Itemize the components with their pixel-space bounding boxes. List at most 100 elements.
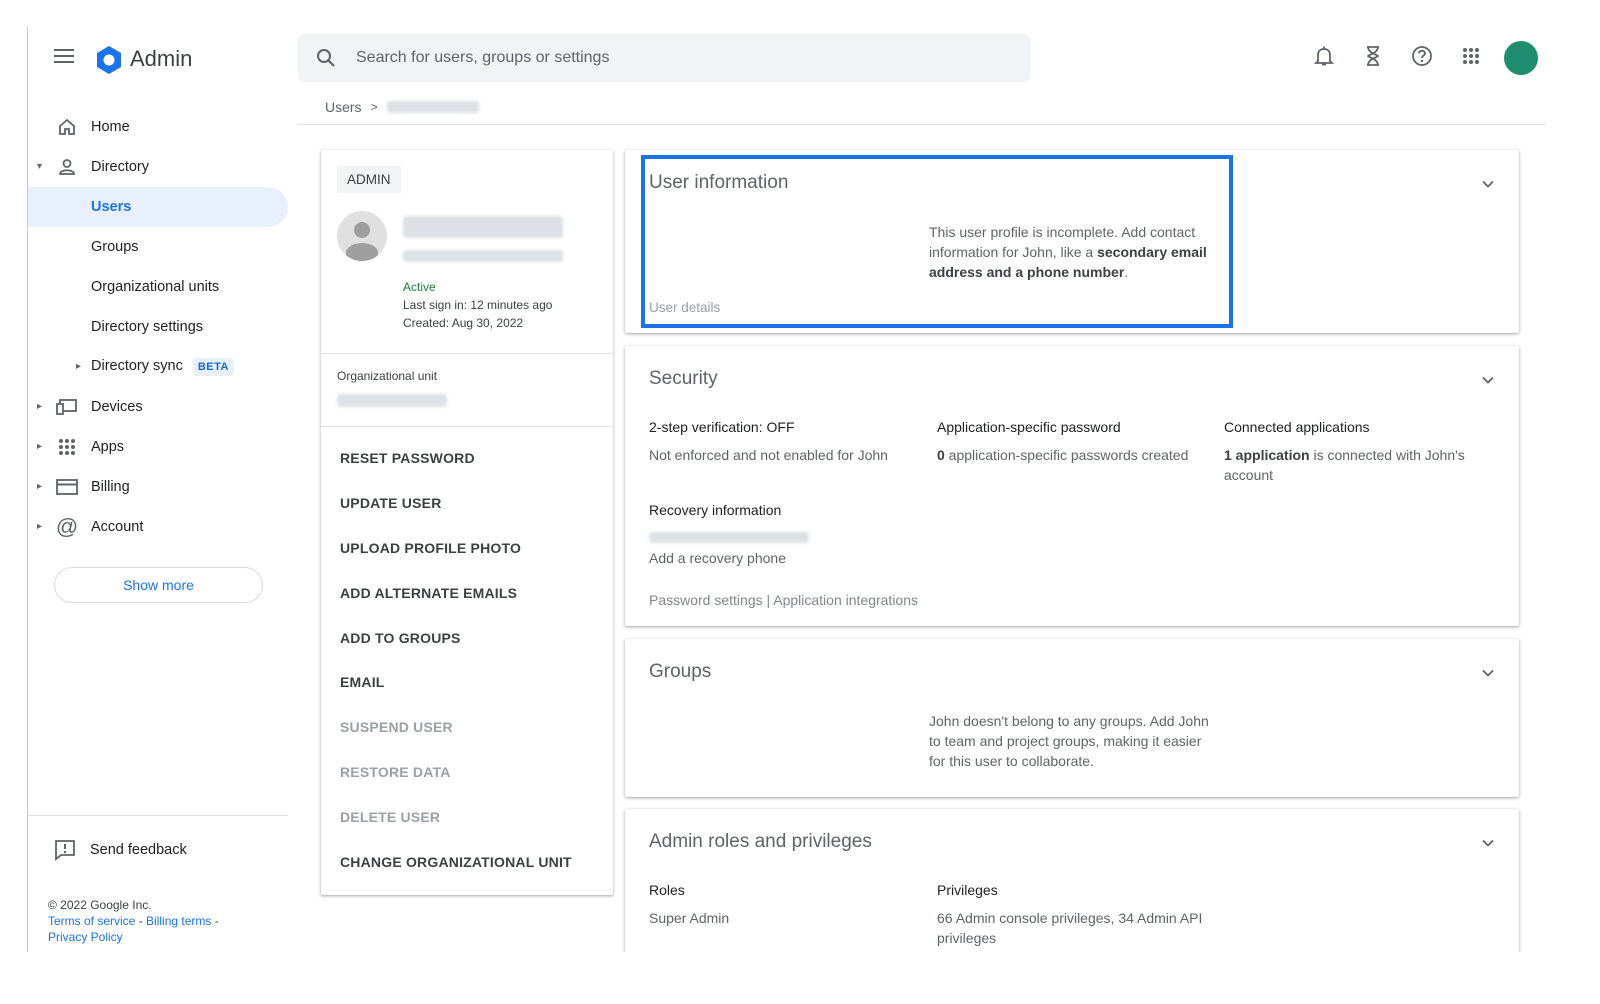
sidebar-divider — [28, 815, 288, 816]
directory-sync-label: Directory sync — [91, 358, 183, 374]
org-unit-label: Organizational unit — [337, 369, 438, 383]
admin-console: Admin Home ▾ Directory Users Groups Orga… — [27, 27, 1545, 952]
sidebar: Admin Home ▾ Directory Users Groups Orga… — [28, 27, 288, 952]
connected-applications-desc: 1 application is connected with John's a… — [1224, 447, 1465, 483]
caret-right-icon[interactable]: ▸ — [37, 402, 47, 412]
sidebar-item-directory-settings[interactable]: Directory settings — [28, 307, 288, 347]
security-card[interactable]: Security 2-step verification: OFF Not en… — [625, 346, 1519, 626]
send-feedback-button[interactable]: Send feedback — [54, 839, 187, 861]
groups-card[interactable]: Groups John doesn't belong to any groups… — [625, 639, 1519, 797]
groups-title: Groups — [649, 661, 712, 682]
footer: © 2022 Google Inc. Terms of service - Bi… — [48, 898, 219, 944]
search-icon — [317, 49, 335, 67]
app-specific-password-label[interactable]: Application-specific password — [937, 419, 1121, 435]
highlight-box — [641, 155, 1233, 328]
search-input[interactable] — [356, 34, 1006, 82]
top-icons — [1313, 45, 1482, 67]
sidebar-item-users[interactable]: Users — [28, 187, 288, 227]
recovery-information-label[interactable]: Recovery information — [649, 502, 781, 518]
breadcrumb-separator: > — [370, 100, 378, 114]
breadcrumb-users-link[interactable]: Users — [325, 99, 362, 115]
created-date: Created: Aug 30, 2022 — [403, 316, 524, 330]
status-badge: Active — [403, 280, 436, 294]
update-user-button[interactable]: UPDATE USER — [340, 481, 572, 526]
add-to-groups-button[interactable]: ADD TO GROUPS — [340, 615, 572, 660]
caret-right-icon[interactable]: ▸ — [37, 442, 47, 452]
caret-down-icon[interactable]: ▾ — [37, 162, 47, 172]
sidebar-item-account[interactable]: ▸ @ Account — [28, 507, 288, 547]
app-specific-password-desc: 0 application-specific passwords created — [937, 447, 1189, 463]
upload-profile-photo-button[interactable]: UPLOAD PROFILE PHOTO — [340, 526, 572, 571]
apps-grid-icon[interactable] — [1460, 45, 1482, 67]
change-org-unit-button[interactable]: CHANGE ORGANIZATIONAL UNIT — [340, 839, 572, 884]
roles-value: Super Admin — [649, 910, 730, 926]
groups-message: John doesn't belong to any groups. Add J… — [929, 713, 1209, 769]
divider — [321, 353, 613, 354]
roles-label: Roles — [649, 882, 685, 898]
show-more-button[interactable]: Show more — [54, 567, 263, 603]
admin-roles-title: Admin roles and privileges — [649, 831, 872, 852]
billing-terms-link[interactable]: Billing terms — [146, 914, 211, 928]
two-step-verification[interactable]: 2-step verification: OFF — [649, 419, 795, 435]
home-icon — [56, 116, 78, 138]
help-icon[interactable] — [1411, 45, 1433, 67]
connected-applications-label[interactable]: Connected applications — [1224, 419, 1370, 435]
chevron-down-icon[interactable] — [1481, 836, 1495, 850]
recovery-email-redacted — [649, 532, 809, 543]
menu-icon[interactable] — [54, 49, 74, 65]
app-title: Admin — [130, 46, 193, 71]
bell-icon[interactable] — [1313, 45, 1335, 67]
chevron-down-icon[interactable] — [1481, 177, 1495, 191]
suspend-user-button[interactable]: SUSPEND USER — [340, 705, 572, 750]
sidebar-item-home[interactable]: Home — [28, 107, 288, 147]
account-avatar[interactable] — [1504, 41, 1538, 75]
terms-link[interactable]: Terms of service — [48, 914, 135, 928]
security-title: Security — [649, 368, 718, 389]
restore-data-button[interactable]: RESTORE DATA — [340, 750, 572, 795]
sidebar-item-organizational-units[interactable]: Organizational units — [28, 267, 288, 307]
copyright: © 2022 Google Inc. — [48, 898, 152, 912]
caret-right-icon[interactable]: ▸ — [37, 522, 47, 532]
user-email-redacted — [403, 250, 563, 262]
beta-badge: BETA — [192, 358, 234, 376]
chevron-down-icon[interactable] — [1481, 666, 1495, 680]
privileges-value: 66 Admin console privileges, 34 Admin AP… — [937, 910, 1203, 946]
admin-roles-card[interactable]: Admin roles and privileges Roles Super A… — [625, 809, 1519, 952]
admin-logo-icon — [97, 46, 121, 74]
breadcrumb: Users > — [325, 99, 479, 115]
reset-password-button[interactable]: RESET PASSWORD — [340, 436, 572, 481]
email-button[interactable]: EMAIL — [340, 660, 572, 705]
at-icon: @ — [55, 514, 79, 539]
caret-right-icon[interactable]: ▸ — [76, 362, 86, 372]
security-links[interactable]: Password settings | Application integrat… — [649, 592, 918, 608]
divider — [321, 426, 613, 427]
billing-icon — [56, 476, 78, 498]
user-avatar — [337, 211, 387, 261]
user-actions: RESET PASSWORD UPDATE USER UPLOAD PROFIL… — [340, 436, 572, 884]
sidebar-item-directory[interactable]: ▾ Directory — [28, 147, 288, 187]
feedback-icon — [55, 840, 75, 861]
user-name-redacted — [403, 216, 563, 238]
privileges-label: Privileges — [937, 882, 998, 898]
search-bar[interactable] — [298, 34, 1030, 82]
person-icon — [56, 156, 78, 178]
org-unit-value-redacted — [337, 394, 447, 407]
two-step-description: Not enforced and not enabled for John — [649, 447, 888, 463]
sidebar-nav: Home ▾ Directory Users Groups Organizati… — [28, 107, 288, 547]
sidebar-item-directory-sync[interactable]: ▸ Directory sync BETA — [28, 347, 288, 387]
privacy-link[interactable]: Privacy Policy — [48, 930, 123, 944]
role-chip: ADMIN — [337, 166, 401, 193]
devices-icon — [56, 396, 78, 418]
header-divider — [298, 124, 1545, 125]
chevron-down-icon[interactable] — [1481, 373, 1495, 387]
hourglass-icon[interactable] — [1362, 45, 1384, 67]
delete-user-button[interactable]: DELETE USER — [340, 794, 572, 839]
sidebar-item-groups[interactable]: Groups — [28, 227, 288, 267]
last-sign-in: Last sign in: 12 minutes ago — [403, 298, 553, 312]
sidebar-item-devices[interactable]: ▸ Devices — [28, 387, 288, 427]
apps-icon — [56, 436, 78, 458]
sidebar-item-billing[interactable]: ▸ Billing — [28, 467, 288, 507]
add-alternate-emails-button[interactable]: ADD ALTERNATE EMAILS — [340, 570, 572, 615]
caret-right-icon[interactable]: ▸ — [37, 482, 47, 492]
sidebar-item-apps[interactable]: ▸ Apps — [28, 427, 288, 467]
